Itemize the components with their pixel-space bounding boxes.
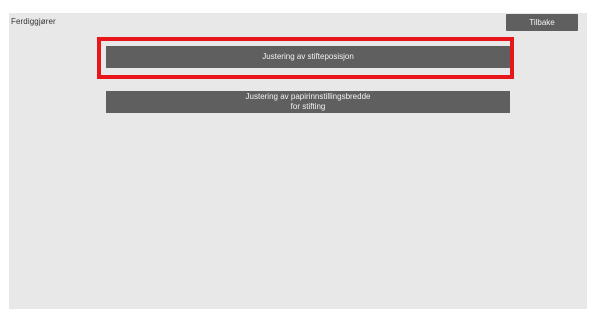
back-button[interactable]: Tilbake <box>506 14 578 31</box>
page-title: Ferdiggjører <box>11 17 56 26</box>
menu-item-label: Justering av stifteposisjon <box>262 52 354 61</box>
menu-item-label: Justering av papirinnstillingsbredde for… <box>245 92 371 111</box>
finisher-screen: Ferdiggjører Tilbake Justering av stifte… <box>9 13 587 309</box>
staple-position-adjust-button[interactable]: Justering av stifteposisjon <box>106 46 510 68</box>
staple-paper-width-adjust-button[interactable]: Justering av papirinnstillingsbredde for… <box>106 91 510 113</box>
